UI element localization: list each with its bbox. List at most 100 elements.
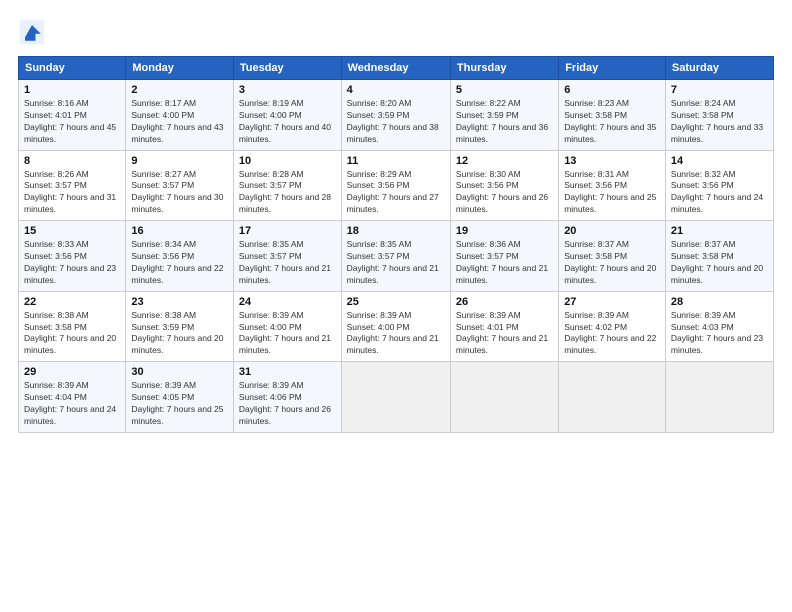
day-info: Sunrise: 8:24 AM Sunset: 3:58 PM Dayligh…	[671, 98, 768, 146]
day-info: Sunrise: 8:23 AM Sunset: 3:58 PM Dayligh…	[564, 98, 660, 146]
day-info: Sunrise: 8:39 AM Sunset: 4:03 PM Dayligh…	[671, 310, 768, 358]
day-number: 11	[347, 155, 445, 167]
day-number: 23	[131, 296, 228, 308]
day-cell: 31 Sunrise: 8:39 AM Sunset: 4:06 PM Dayl…	[233, 362, 341, 433]
day-info: Sunrise: 8:34 AM Sunset: 3:56 PM Dayligh…	[131, 239, 228, 287]
day-cell: 12 Sunrise: 8:30 AM Sunset: 3:56 PM Dayl…	[450, 150, 558, 221]
day-number: 10	[239, 155, 336, 167]
day-info: Sunrise: 8:28 AM Sunset: 3:57 PM Dayligh…	[239, 169, 336, 217]
day-info: Sunrise: 8:37 AM Sunset: 3:58 PM Dayligh…	[564, 239, 660, 287]
day-cell: 9 Sunrise: 8:27 AM Sunset: 3:57 PM Dayli…	[126, 150, 234, 221]
header	[18, 18, 774, 46]
day-number: 8	[24, 155, 120, 167]
day-info: Sunrise: 8:38 AM Sunset: 3:59 PM Dayligh…	[131, 310, 228, 358]
day-info: Sunrise: 8:39 AM Sunset: 4:00 PM Dayligh…	[347, 310, 445, 358]
day-cell: 14 Sunrise: 8:32 AM Sunset: 3:56 PM Dayl…	[665, 150, 773, 221]
day-number: 9	[131, 155, 228, 167]
logo-icon	[18, 18, 46, 46]
day-cell: 5 Sunrise: 8:22 AM Sunset: 3:59 PM Dayli…	[450, 80, 558, 151]
header-day: Monday	[126, 57, 234, 80]
day-number: 3	[239, 84, 336, 96]
day-info: Sunrise: 8:39 AM Sunset: 4:00 PM Dayligh…	[239, 310, 336, 358]
day-info: Sunrise: 8:39 AM Sunset: 4:06 PM Dayligh…	[239, 380, 336, 428]
day-cell: 30 Sunrise: 8:39 AM Sunset: 4:05 PM Dayl…	[126, 362, 234, 433]
day-cell: 4 Sunrise: 8:20 AM Sunset: 3:59 PM Dayli…	[341, 80, 450, 151]
day-info: Sunrise: 8:31 AM Sunset: 3:56 PM Dayligh…	[564, 169, 660, 217]
header-day: Thursday	[450, 57, 558, 80]
day-number: 6	[564, 84, 660, 96]
day-cell: 8 Sunrise: 8:26 AM Sunset: 3:57 PM Dayli…	[19, 150, 126, 221]
day-cell: 28 Sunrise: 8:39 AM Sunset: 4:03 PM Dayl…	[665, 291, 773, 362]
week-row: 15 Sunrise: 8:33 AM Sunset: 3:56 PM Dayl…	[19, 221, 774, 292]
page: SundayMondayTuesdayWednesdayThursdayFrid…	[0, 0, 792, 612]
day-number: 16	[131, 225, 228, 237]
day-number: 2	[131, 84, 228, 96]
day-cell	[665, 362, 773, 433]
day-info: Sunrise: 8:39 AM Sunset: 4:04 PM Dayligh…	[24, 380, 120, 428]
day-number: 1	[24, 84, 120, 96]
week-row: 29 Sunrise: 8:39 AM Sunset: 4:04 PM Dayl…	[19, 362, 774, 433]
day-number: 20	[564, 225, 660, 237]
header-day: Friday	[559, 57, 666, 80]
day-cell: 26 Sunrise: 8:39 AM Sunset: 4:01 PM Dayl…	[450, 291, 558, 362]
day-number: 5	[456, 84, 553, 96]
day-number: 21	[671, 225, 768, 237]
day-info: Sunrise: 8:22 AM Sunset: 3:59 PM Dayligh…	[456, 98, 553, 146]
day-cell: 15 Sunrise: 8:33 AM Sunset: 3:56 PM Dayl…	[19, 221, 126, 292]
day-number: 24	[239, 296, 336, 308]
day-number: 17	[239, 225, 336, 237]
day-number: 30	[131, 366, 228, 378]
day-info: Sunrise: 8:33 AM Sunset: 3:56 PM Dayligh…	[24, 239, 120, 287]
day-cell: 18 Sunrise: 8:35 AM Sunset: 3:57 PM Dayl…	[341, 221, 450, 292]
day-info: Sunrise: 8:32 AM Sunset: 3:56 PM Dayligh…	[671, 169, 768, 217]
day-cell: 29 Sunrise: 8:39 AM Sunset: 4:04 PM Dayl…	[19, 362, 126, 433]
day-cell	[450, 362, 558, 433]
day-info: Sunrise: 8:16 AM Sunset: 4:01 PM Dayligh…	[24, 98, 120, 146]
day-number: 4	[347, 84, 445, 96]
day-number: 26	[456, 296, 553, 308]
day-info: Sunrise: 8:35 AM Sunset: 3:57 PM Dayligh…	[239, 239, 336, 287]
day-info: Sunrise: 8:29 AM Sunset: 3:56 PM Dayligh…	[347, 169, 445, 217]
day-cell: 2 Sunrise: 8:17 AM Sunset: 4:00 PM Dayli…	[126, 80, 234, 151]
day-cell: 19 Sunrise: 8:36 AM Sunset: 3:57 PM Dayl…	[450, 221, 558, 292]
logo	[18, 18, 50, 46]
day-number: 12	[456, 155, 553, 167]
day-info: Sunrise: 8:27 AM Sunset: 3:57 PM Dayligh…	[131, 169, 228, 217]
day-cell: 17 Sunrise: 8:35 AM Sunset: 3:57 PM Dayl…	[233, 221, 341, 292]
week-row: 8 Sunrise: 8:26 AM Sunset: 3:57 PM Dayli…	[19, 150, 774, 221]
day-info: Sunrise: 8:36 AM Sunset: 3:57 PM Dayligh…	[456, 239, 553, 287]
day-cell: 16 Sunrise: 8:34 AM Sunset: 3:56 PM Dayl…	[126, 221, 234, 292]
header-day: Sunday	[19, 57, 126, 80]
day-cell	[341, 362, 450, 433]
week-row: 1 Sunrise: 8:16 AM Sunset: 4:01 PM Dayli…	[19, 80, 774, 151]
day-cell: 22 Sunrise: 8:38 AM Sunset: 3:58 PM Dayl…	[19, 291, 126, 362]
day-info: Sunrise: 8:30 AM Sunset: 3:56 PM Dayligh…	[456, 169, 553, 217]
day-info: Sunrise: 8:37 AM Sunset: 3:58 PM Dayligh…	[671, 239, 768, 287]
day-info: Sunrise: 8:20 AM Sunset: 3:59 PM Dayligh…	[347, 98, 445, 146]
day-cell: 20 Sunrise: 8:37 AM Sunset: 3:58 PM Dayl…	[559, 221, 666, 292]
day-number: 22	[24, 296, 120, 308]
day-cell: 3 Sunrise: 8:19 AM Sunset: 4:00 PM Dayli…	[233, 80, 341, 151]
day-cell: 13 Sunrise: 8:31 AM Sunset: 3:56 PM Dayl…	[559, 150, 666, 221]
day-cell: 21 Sunrise: 8:37 AM Sunset: 3:58 PM Dayl…	[665, 221, 773, 292]
day-number: 14	[671, 155, 768, 167]
day-cell: 27 Sunrise: 8:39 AM Sunset: 4:02 PM Dayl…	[559, 291, 666, 362]
day-number: 7	[671, 84, 768, 96]
calendar: SundayMondayTuesdayWednesdayThursdayFrid…	[18, 56, 774, 433]
day-number: 25	[347, 296, 445, 308]
day-info: Sunrise: 8:39 AM Sunset: 4:02 PM Dayligh…	[564, 310, 660, 358]
day-cell: 1 Sunrise: 8:16 AM Sunset: 4:01 PM Dayli…	[19, 80, 126, 151]
header-day: Wednesday	[341, 57, 450, 80]
day-cell	[559, 362, 666, 433]
day-number: 18	[347, 225, 445, 237]
day-cell: 6 Sunrise: 8:23 AM Sunset: 3:58 PM Dayli…	[559, 80, 666, 151]
day-info: Sunrise: 8:35 AM Sunset: 3:57 PM Dayligh…	[347, 239, 445, 287]
day-number: 29	[24, 366, 120, 378]
header-day: Tuesday	[233, 57, 341, 80]
day-info: Sunrise: 8:17 AM Sunset: 4:00 PM Dayligh…	[131, 98, 228, 146]
day-number: 13	[564, 155, 660, 167]
day-cell: 10 Sunrise: 8:28 AM Sunset: 3:57 PM Dayl…	[233, 150, 341, 221]
day-number: 15	[24, 225, 120, 237]
day-cell: 24 Sunrise: 8:39 AM Sunset: 4:00 PM Dayl…	[233, 291, 341, 362]
header-day: Saturday	[665, 57, 773, 80]
